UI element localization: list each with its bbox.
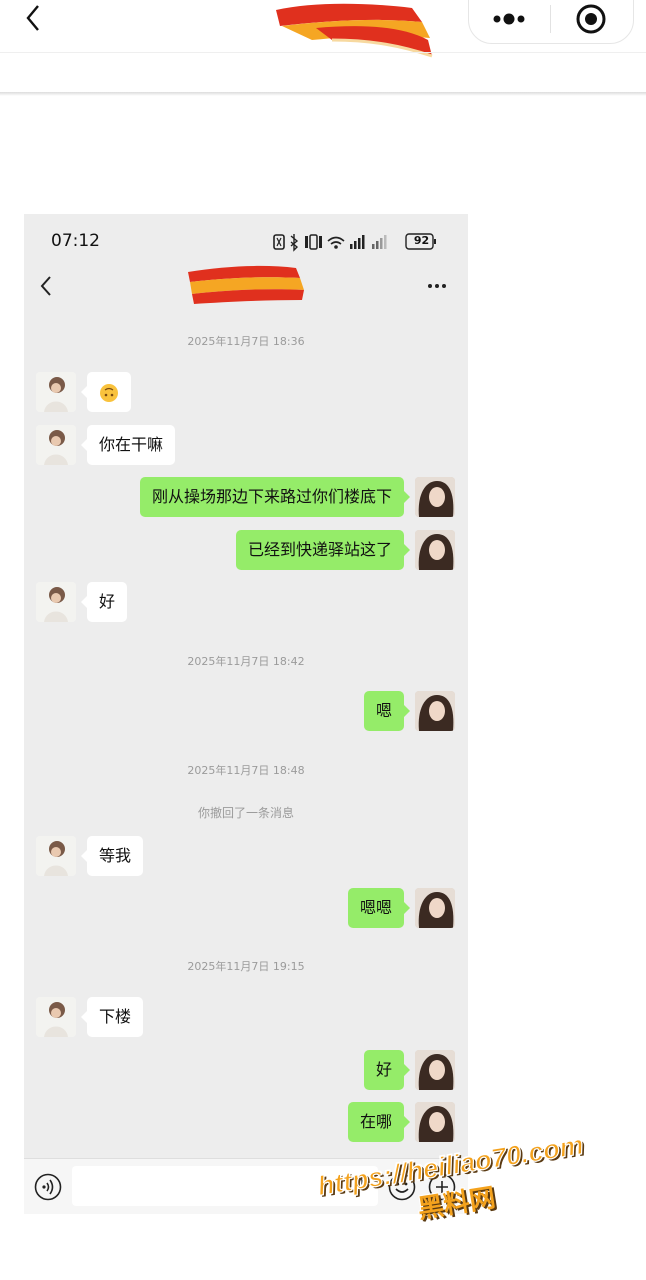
chevron-left-icon[interactable] — [38, 275, 54, 297]
redaction-scribble — [276, 3, 433, 58]
avatar-image — [36, 582, 76, 622]
message-bubble-outgoing[interactable]: 刚从操场那边下来路过你们楼底下 — [139, 477, 411, 517]
avatar-image — [36, 425, 76, 465]
message-bubble-incoming[interactable]: 等我 — [80, 836, 144, 876]
message-bubble-incoming[interactable]: 好 — [80, 582, 128, 622]
my-avatar[interactable] — [415, 477, 455, 517]
contact-avatar[interactable] — [36, 582, 76, 622]
avatar-image — [415, 888, 455, 928]
target-circle-icon[interactable] — [573, 1, 609, 37]
avatar-image — [415, 477, 455, 517]
my-avatar[interactable] — [415, 530, 455, 570]
message-bubble-outgoing[interactable]: 嗯嗯 — [347, 888, 411, 928]
my-avatar[interactable] — [415, 1102, 455, 1142]
message-bubble-outgoing[interactable]: 已经到快递驿站这了 — [235, 530, 411, 570]
more-dots-icon[interactable] — [426, 280, 448, 292]
my-avatar[interactable] — [415, 1050, 455, 1090]
status-time: 07:12 — [51, 231, 100, 251]
contact-avatar[interactable] — [36, 997, 76, 1037]
contact-avatar[interactable] — [36, 836, 76, 876]
avatar-image — [36, 836, 76, 876]
avatar-image — [36, 372, 76, 412]
message-bubble-outgoing[interactable]: 在哪 — [347, 1102, 411, 1142]
message-bubble-outgoing[interactable]: 好 — [363, 1050, 411, 1090]
contact-avatar[interactable] — [36, 372, 76, 412]
battery-level: 92 — [413, 234, 430, 247]
avatar-image — [415, 1050, 455, 1090]
message-timestamp: 2025年11月7日 18:36 — [187, 335, 305, 348]
voice-icon[interactable] — [34, 1173, 62, 1201]
avatar-image — [415, 1102, 455, 1142]
my-avatar[interactable] — [415, 888, 455, 928]
my-avatar[interactable] — [415, 691, 455, 731]
more-dots-icon[interactable] — [487, 5, 531, 33]
message-timestamp: 2025年11月7日 18:48 — [187, 764, 305, 777]
chevron-left-icon[interactable] — [20, 2, 50, 32]
chat-screenshot: 07:12 92 2025年11月7日 18:36 你在干嘛 刚从操场那边下来路… — [24, 214, 468, 1214]
message-bubble-outgoing[interactable]: 嗯 — [363, 691, 411, 731]
section-shadow — [0, 92, 646, 96]
contact-avatar[interactable] — [36, 425, 76, 465]
header-divider — [0, 52, 646, 53]
message-timestamp: 2025年11月7日 19:15 — [187, 960, 305, 973]
redaction-scribble — [188, 265, 304, 304]
message-bubble-incoming[interactable]: 🙃 — [81, 372, 131, 412]
capsule-divider — [550, 5, 551, 33]
avatar-image — [415, 530, 455, 570]
message-bubble-incoming[interactable]: 下楼 — [80, 997, 144, 1037]
recall-notice: 你撤回了一条消息 — [197, 806, 294, 820]
capsule-menu — [468, 0, 634, 44]
avatar-image — [36, 997, 76, 1037]
mini-program-header — [0, 0, 646, 58]
message-timestamp: 2025年11月7日 18:42 — [187, 655, 305, 668]
message-bubble-incoming[interactable]: 你在干嘛 — [80, 425, 176, 465]
avatar-image — [415, 691, 455, 731]
upside-down-face-emoji — [100, 383, 118, 402]
